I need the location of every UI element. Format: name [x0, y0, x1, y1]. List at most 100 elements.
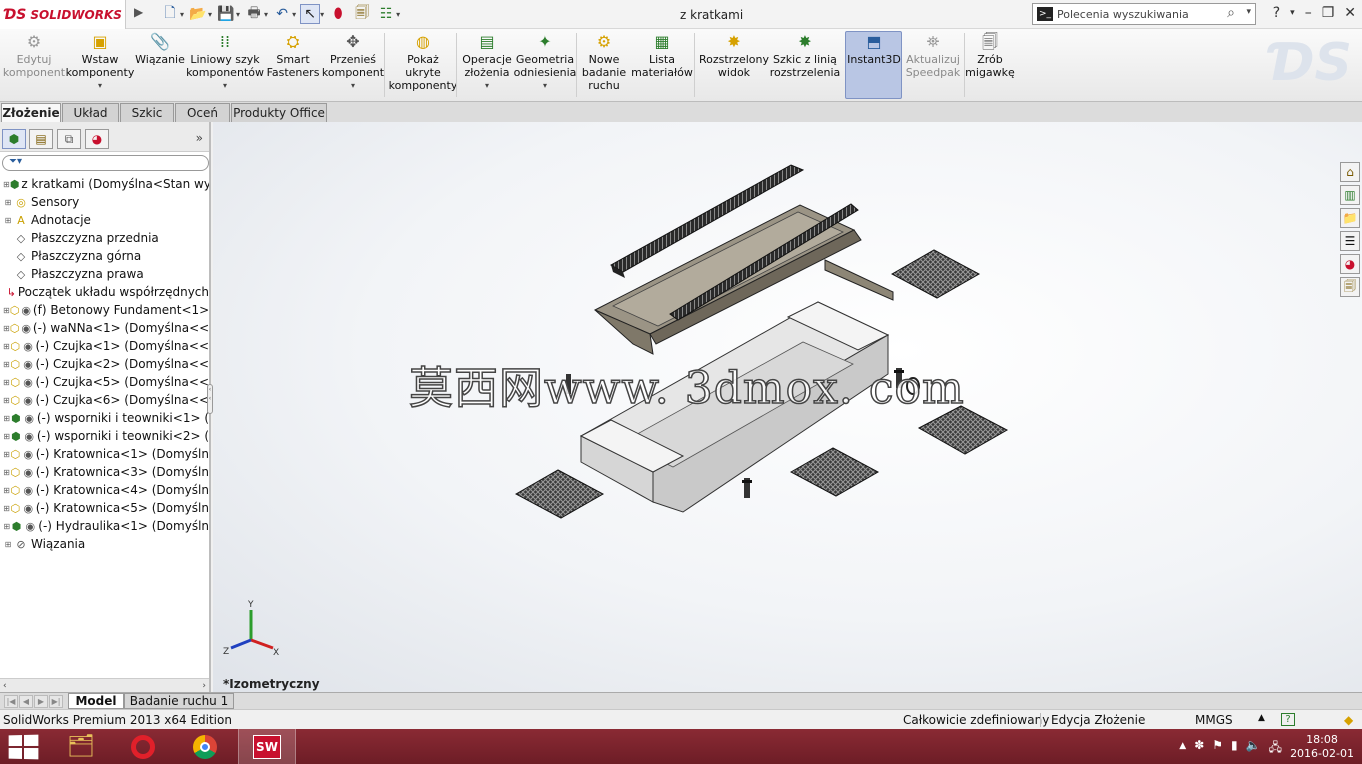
tree-item[interactable]: ⊞ ⬡ ◉ (-) Czujka<1> (Domyślna<<: [0, 337, 209, 355]
tree-expand-icon[interactable]: ⊞: [3, 522, 10, 531]
scroll-right-icon[interactable]: ›: [202, 681, 206, 691]
tab-ocen[interactable]: Oceń: [175, 103, 230, 122]
help-dropdown-icon[interactable]: ▾: [1290, 5, 1295, 21]
view-palette-icon[interactable]: ☰: [1340, 231, 1360, 251]
tree-item[interactable]: ⊞ ◎ Sensory: [0, 193, 209, 211]
configuration-manager-tab-icon[interactable]: ⧉: [57, 129, 81, 149]
tree-item[interactable]: ⊞ ⊘ Wiązania: [0, 535, 209, 553]
tree-item[interactable]: ⊞ ⬢ z kratkami (Domyślna<Stan wyś: [0, 175, 209, 193]
tree-item[interactable]: ⊞ ⬡ ◉ (-) Kratownica<3> (Domyśln: [0, 463, 209, 481]
tree-expand-icon[interactable]: ⊞: [3, 360, 10, 369]
display-manager-tab-icon[interactable]: ◕: [85, 129, 109, 149]
battery-icon[interactable]: ▮: [1231, 738, 1238, 759]
horizontal-scrollbar[interactable]: ‹ ›: [0, 678, 209, 692]
grate-kratownica-1[interactable]: [890, 249, 981, 299]
tree-expand-icon[interactable]: ⊞: [3, 504, 10, 513]
expand-panel-icon[interactable]: »: [196, 131, 203, 145]
tree-item[interactable]: ⊞ ⬡ ◉ (-) Czujka<2> (Domyślna<<: [0, 355, 209, 373]
tab-model[interactable]: Model: [68, 693, 124, 709]
tree-item[interactable]: ⊞ A Adnotacje: [0, 211, 209, 229]
grate-kratownica-4[interactable]: [789, 447, 880, 497]
select-dropdown-icon[interactable]: ▾: [320, 10, 324, 19]
ribbon-dropdown-icon[interactable]: ▾: [485, 79, 489, 92]
grate-kratownica-5[interactable]: [514, 469, 605, 519]
ribbon-button-take-snapshot[interactable]: 🗐 Zrób migawkę: [962, 31, 1018, 79]
tree-expand-icon[interactable]: ⊞: [3, 180, 10, 189]
print-icon[interactable]: 🖶: [244, 4, 264, 24]
tab-next-icon[interactable]: ▶: [34, 695, 48, 708]
help-icon[interactable]: ?: [1273, 5, 1280, 21]
file-properties-icon[interactable]: 🗐: [352, 4, 372, 24]
tree-expand-icon[interactable]: ⊞: [3, 396, 10, 405]
new-dropdown-icon[interactable]: ▾: [180, 10, 184, 19]
ribbon-button-show-hidden[interactable]: ◍ Pokaż ukryte komponenty: [386, 31, 460, 92]
ribbon-button-insert-components[interactable]: ▣ Wstaw komponenty ▾: [64, 31, 136, 92]
ribbon-button-mate[interactable]: 📎 Wiązanie: [134, 31, 186, 66]
units-selector[interactable]: MMGS: [1195, 713, 1233, 727]
ribbon-button-smart-fasteners[interactable]: ⛭ Smart Fasteners: [262, 31, 324, 79]
network-icon[interactable]: 🖧: [1269, 738, 1282, 759]
units-dropdown-icon[interactable]: ▲: [1258, 713, 1265, 723]
sensor-czujka-1[interactable]: [742, 478, 752, 498]
scroll-left-icon[interactable]: ‹: [3, 681, 7, 691]
tree-expand-icon[interactable]: ⊞: [3, 306, 10, 315]
resources-home-icon[interactable]: ⌂: [1340, 162, 1360, 182]
design-library-icon[interactable]: ▥: [1340, 185, 1360, 205]
tree-item[interactable]: ⊞ ⬡ ◉ (f) Betonowy Fundament<1> (: [0, 301, 209, 319]
ribbon-button-edit-component[interactable]: ⚙ Edytuj komponent: [0, 31, 68, 79]
tree-item[interactable]: ⊞ ⬡ ◉ (-) Kratownica<5> (Domyśln: [0, 499, 209, 517]
open-folder-icon[interactable]: 📂: [188, 4, 208, 24]
help-status-icon[interactable]: ?: [1281, 713, 1295, 726]
tab-last-icon[interactable]: ▶|: [49, 695, 63, 708]
tree-item[interactable]: ⊞ ⬡ ◉ (-) waNNa<1> (Domyślna<<: [0, 319, 209, 337]
minimize-icon[interactable]: –: [1305, 5, 1312, 21]
property-manager-tab-icon[interactable]: ▤: [29, 129, 53, 149]
quick-tips-icon[interactable]: ◆: [1344, 713, 1353, 727]
feature-tree-tab-icon[interactable]: ⬢: [2, 129, 26, 149]
tab-produkty-office[interactable]: Produkty Office: [231, 103, 327, 122]
taskbar-file-explorer-icon[interactable]: 🗂: [52, 729, 110, 764]
ribbon-button-reference-geometry[interactable]: ✦ Geometria odniesienia ▾: [512, 31, 578, 92]
ribbon-button-move-component[interactable]: ✥ Przenieś komponent ▾: [320, 31, 386, 92]
action-center-icon[interactable]: ⚑: [1212, 738, 1223, 759]
file-explorer-icon[interactable]: 📁: [1340, 208, 1360, 228]
tree-filter-field[interactable]: ⏷▾: [2, 155, 209, 171]
tree-expand-icon[interactable]: ⊞: [3, 378, 10, 387]
tree-expand-icon[interactable]: ⊞: [3, 198, 13, 207]
tree-item[interactable]: ◇ Płaszczyzna przednia: [0, 229, 209, 247]
save-dropdown-icon[interactable]: ▾: [236, 10, 240, 19]
tree-expand-icon[interactable]: ⊞: [3, 432, 10, 441]
restore-icon[interactable]: ❐: [1322, 5, 1335, 21]
tree-item[interactable]: ⊞ ⬡ ◉ (-) Czujka<6> (Domyślna<<: [0, 391, 209, 409]
tray-app-icon[interactable]: ✽: [1194, 738, 1204, 759]
tree-item[interactable]: ⊞ ⬡ ◉ (-) Czujka<5> (Domyślna<<: [0, 373, 209, 391]
ribbon-dropdown-icon[interactable]: ▾: [98, 79, 102, 92]
taskbar-solidworks-icon[interactable]: SW: [238, 729, 296, 764]
tab-zlozenie[interactable]: Złożenie: [1, 103, 61, 122]
ribbon-button-bill-of-materials[interactable]: ▦ Lista materiałów: [628, 31, 696, 79]
ribbon-button-explode-line-sketch[interactable]: ✸ Szkic z linią rozstrzelenia: [766, 31, 844, 79]
open-dropdown-icon[interactable]: ▾: [208, 10, 212, 19]
ribbon-dropdown-icon[interactable]: ▾: [543, 79, 547, 92]
tree-expand-icon[interactable]: ⊞: [3, 414, 10, 423]
tree-expand-icon[interactable]: ⊞: [3, 342, 10, 351]
tab-szkic[interactable]: Szkic: [120, 103, 174, 122]
close-icon[interactable]: ✕: [1344, 5, 1356, 21]
tree-item[interactable]: ⊞ ⬢ ◉ (-) Hydraulika<1> (Domyśln: [0, 517, 209, 535]
volume-icon[interactable]: 🔈: [1246, 738, 1261, 759]
tree-item[interactable]: ◇ Płaszczyzna górna: [0, 247, 209, 265]
search-dropdown-icon[interactable]: ▾: [1246, 7, 1251, 17]
show-hidden-icons-icon[interactable]: ▲: [1179, 738, 1186, 759]
tree-item[interactable]: ↳ Początek układu współrzędnych: [0, 283, 209, 301]
undo-dropdown-icon[interactable]: ▾: [292, 10, 296, 19]
system-clock[interactable]: 18:08 2016-02-01: [1290, 733, 1354, 761]
tab-uklad[interactable]: Układ: [62, 103, 119, 122]
tree-expand-icon[interactable]: ⊞: [3, 468, 10, 477]
ribbon-button-linear-pattern[interactable]: ⁞⁞ Liniowy szyk komponentów ▾: [186, 31, 264, 92]
save-icon[interactable]: 💾: [216, 4, 236, 24]
ribbon-dropdown-icon[interactable]: ▾: [351, 79, 355, 92]
print-dropdown-icon[interactable]: ▾: [264, 10, 268, 19]
graphics-area[interactable]: 🔍 🔎 ↺ ◧ ⬚▾ ◪▾ 👁▾ ◕ ◉▾ ▦▾ ◫ ◨ – ❐ ✕ ⌂ ▥ 📁…: [213, 122, 1362, 692]
options-icon[interactable]: ☷: [376, 4, 396, 24]
options-dropdown-icon[interactable]: ▾: [396, 10, 400, 19]
